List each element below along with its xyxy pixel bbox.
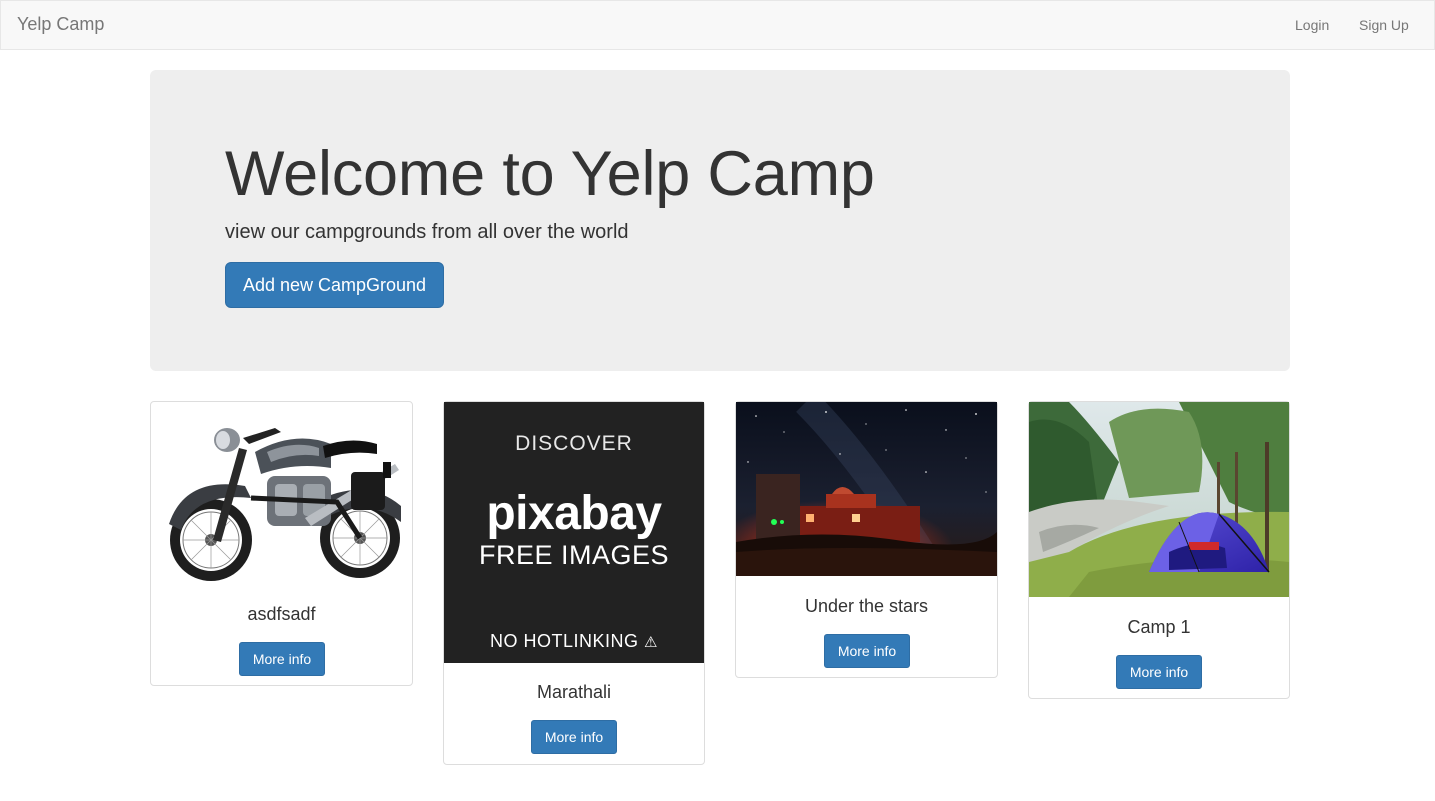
page-title: Welcome to Yelp Camp [225,139,875,209]
more-info-button[interactable]: More info [824,634,910,668]
tent-meadow-image [1029,402,1289,597]
campground-card: asdfsadf More info [150,401,413,686]
campground-card: Under the stars More info [735,401,998,678]
pixabay-discover-text: DISCOVER [515,432,633,455]
more-info-button[interactable]: More info [239,642,325,676]
add-campground-button[interactable]: Add new CampGround [225,262,444,308]
campground-name: asdfsadf [247,604,316,624]
pixabay-free-images-text: FREE IMAGES [478,540,670,570]
more-info-button[interactable]: More info [1116,655,1202,689]
motorcycle-image [155,406,409,586]
campground-card: Camp 1 More info [1028,401,1290,699]
night-observatory-image [736,402,997,576]
campground-card: DISCOVER pixabay FREE IMAGES NO HOTLINKI… [443,401,705,765]
more-info-button[interactable]: More info [531,720,617,754]
page-subtitle: view our campgrounds from all over the w… [225,221,629,243]
pixabay-placeholder-image: DISCOVER pixabay FREE IMAGES NO HOTLINKI… [444,402,704,663]
brand-link[interactable]: Yelp Camp [17,14,104,35]
jumbotron: Welcome to Yelp Camp view our campground… [150,70,1290,371]
login-link[interactable]: Login [1295,17,1329,33]
pixabay-logo: pixabay [486,487,662,540]
warning-icon: ⚠ [644,634,658,651]
pixabay-hotlinking-text: NO HOTLINKING ⚠ [444,631,704,652]
campground-name: Under the stars [804,596,929,616]
campground-name: Marathali [536,682,612,702]
no-hotlinking-label: NO HOTLINKING [490,631,639,651]
navbar: Yelp Camp Login Sign Up [0,0,1435,50]
signup-link[interactable]: Sign Up [1359,17,1409,33]
campground-name: Camp 1 [1127,617,1191,637]
